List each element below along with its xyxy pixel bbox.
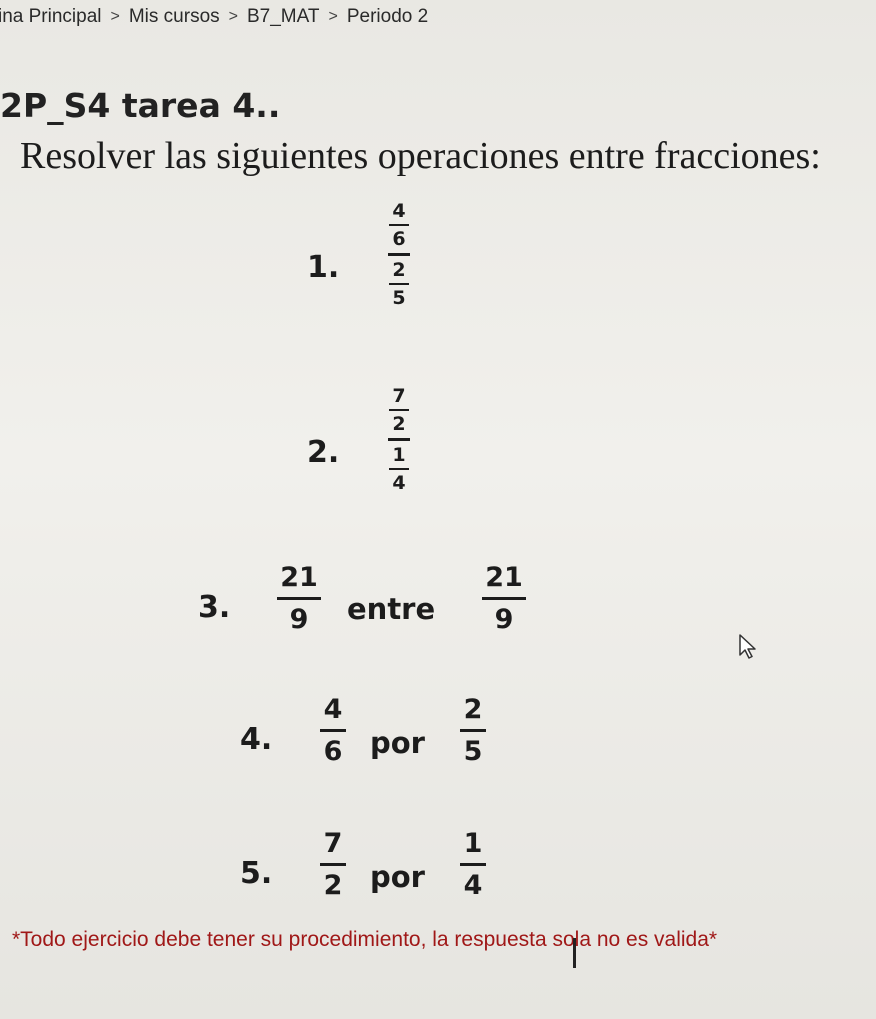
note-text: *Todo ejercicio debe tener su procedimie… (12, 928, 718, 951)
text-caret-icon (573, 938, 576, 968)
fraction-left: 4 6 (320, 694, 346, 767)
exercise-number: 1. (307, 250, 340, 285)
numerator: 2 (392, 259, 406, 281)
exercise-number: 5. (240, 856, 273, 891)
fraction-bar (320, 729, 346, 732)
numerator: 7 (323, 828, 343, 859)
breadcrumb-my-courses[interactable]: Mis cursos (129, 6, 220, 28)
numerator: 21 (280, 562, 318, 593)
fraction-right: 21 9 (482, 562, 526, 635)
numerator: 2 (463, 694, 483, 725)
exercise-number: 4. (240, 722, 273, 757)
numerator: 1 (463, 828, 483, 859)
fraction-top: 7 2 (389, 385, 409, 435)
fraction-bar (277, 597, 321, 600)
complex-fraction: 7 2 1 4 (388, 385, 410, 494)
fraction-bar (320, 863, 346, 866)
main-fraction-bar (388, 438, 410, 441)
mouse-pointer-icon (739, 634, 756, 659)
denominator: 2 (323, 870, 343, 901)
operation-word: entre (347, 592, 436, 626)
chevron-right-icon: > (228, 8, 238, 25)
instructions-text: Resolver las siguientes operaciones entr… (20, 135, 821, 177)
breadcrumb-home[interactable]: ina Principal (0, 6, 102, 28)
fraction-bar (389, 468, 409, 470)
breadcrumb: ina Principal > Mis cursos > B7_MAT > Pe… (0, 2, 558, 32)
denominator: 2 (392, 413, 406, 435)
chevron-right-icon: > (110, 8, 120, 25)
operation-word: por (370, 726, 425, 760)
chevron-right-icon: > (328, 8, 338, 25)
complex-fraction: 4 6 2 5 (388, 200, 410, 309)
denominator: 6 (392, 228, 406, 250)
numerator: 21 (485, 562, 523, 593)
main-fraction-bar (388, 253, 410, 256)
page-title: 2P_S4 tarea 4.. (0, 86, 281, 125)
fraction-right: 1 4 (460, 828, 486, 901)
denominator: 9 (494, 604, 514, 635)
breadcrumb-course[interactable]: B7_MAT (247, 6, 320, 28)
denominator: 5 (463, 736, 483, 767)
fraction-bar (460, 863, 486, 866)
fraction-bar (389, 224, 409, 226)
fraction-bar (389, 283, 409, 285)
numerator: 4 (392, 200, 406, 222)
numerator: 7 (392, 385, 406, 407)
fraction-right: 2 5 (460, 694, 486, 767)
denominator: 4 (463, 870, 483, 901)
operation-word: por (370, 860, 425, 894)
fraction-bottom: 2 5 (389, 259, 409, 309)
numerator: 4 (323, 694, 343, 725)
denominator: 6 (323, 736, 343, 767)
breadcrumb-period[interactable]: Periodo 2 (347, 6, 428, 28)
denominator: 9 (289, 604, 309, 635)
fraction-left: 7 2 (320, 828, 346, 901)
fraction-top: 4 6 (389, 200, 409, 250)
fraction-bar (460, 729, 486, 732)
denominator: 4 (392, 472, 406, 494)
fraction-bar (389, 409, 409, 411)
fraction-bar (482, 597, 526, 600)
fraction-left: 21 9 (277, 562, 321, 635)
numerator: 1 (392, 444, 406, 466)
exercise-number: 3. (198, 590, 231, 625)
fraction-bottom: 1 4 (389, 444, 409, 494)
exercise-number: 2. (307, 435, 340, 470)
denominator: 5 (392, 287, 406, 309)
